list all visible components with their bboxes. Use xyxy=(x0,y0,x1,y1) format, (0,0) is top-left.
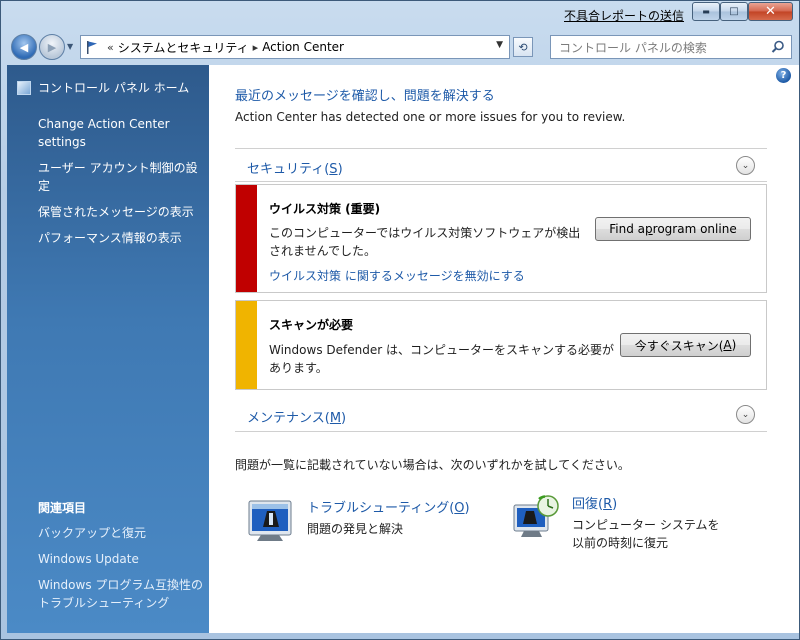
change-action-center-settings-link[interactable]: Change Action Center settings xyxy=(38,115,208,151)
troubleshooting-item: トラブルシューティング(O) 問題の発見と解決 xyxy=(247,497,470,543)
control-panel-home-link[interactable]: コントロール パネル ホーム xyxy=(17,79,189,96)
alert-text-line1: このコンピューターではウイルス対策ソフトウェアが検出 xyxy=(269,226,581,240)
virus-protection-alert: ウイルス対策 (重要) このコンピューターではウイルス対策ソフトウェアが検出 さ… xyxy=(235,184,767,293)
minimize-icon: ▬ xyxy=(702,7,710,16)
send-feedback-link[interactable]: 不具合レポートの送信 xyxy=(564,7,684,24)
recovery-description-line2: 以前の時刻に復元 xyxy=(572,536,669,550)
backup-restore-link[interactable]: バックアップと復元 xyxy=(38,524,208,542)
title-bar: 不具合レポートの送信 ▬ □ ✕ xyxy=(1,1,799,29)
close-icon: ✕ xyxy=(765,4,776,19)
refresh-icon: ⟲ xyxy=(518,40,528,54)
archived-messages-link[interactable]: 保管されたメッセージの表示 xyxy=(38,203,208,221)
alert-text-line1: Windows Defender は、コンピューターをスキャンする必要が xyxy=(269,343,614,357)
page-subtitle: Action Center has detected one or more i… xyxy=(235,110,626,124)
recovery-link[interactable]: 回復(R) xyxy=(572,493,719,512)
windows-update-link[interactable]: Windows Update xyxy=(38,550,208,568)
turn-off-virus-messages-link[interactable]: ウイルス対策 に関するメッセージを無効にする xyxy=(269,267,525,284)
maintenance-section-label: メンテナンス(M) xyxy=(247,411,347,426)
maintenance-section-header[interactable]: メンテナンス(M) ⌄ xyxy=(235,398,767,432)
refresh-button[interactable]: ⟲ xyxy=(513,37,533,57)
address-bar[interactable]: « システムとセキュリティ ▸ Action Center ▼ xyxy=(80,35,510,59)
task-pane: コントロール パネル ホーム Change Action Center sett… xyxy=(7,65,209,633)
alert-severity-stripe-red xyxy=(236,185,257,292)
try-suggestion-text: 問題が一覧に記載されていない場合は、次のいずれかを試してください。 xyxy=(235,458,630,472)
breadcrumb-prefix[interactable]: « xyxy=(107,41,114,54)
close-button[interactable]: ✕ xyxy=(748,2,793,21)
troubleshooting-link[interactable]: トラブルシューティング(O) xyxy=(307,497,470,516)
address-dropdown-icon[interactable]: ▼ xyxy=(496,40,503,50)
alert-severity-stripe-yellow xyxy=(236,301,257,389)
related-heading: 関連項目 xyxy=(38,501,87,515)
main-content: ? 最近のメッセージを確認し、問題を解決する Action Center has… xyxy=(209,65,799,633)
security-section-label: セキュリティ(S) xyxy=(247,162,343,177)
alert-text-line2: されませんでした。 xyxy=(269,244,377,258)
page-title: 最近のメッセージを確認し、問題を解決する xyxy=(235,89,495,104)
breadcrumb-system-security[interactable]: システムとセキュリティ xyxy=(118,39,249,56)
recovery-icon xyxy=(512,493,560,539)
recovery-description: コンピューター システムを 以前の時刻に復元 xyxy=(572,516,719,552)
control-panel-home-label: コントロール パネル ホーム xyxy=(38,81,190,95)
compatibility-troubleshooting-link[interactable]: Windows プログラム互換性のトラブルシューティング xyxy=(38,576,208,612)
action-center-flag-icon xyxy=(81,36,103,58)
scan-now-button[interactable]: 今すぐスキャン(A) xyxy=(620,333,751,357)
uac-settings-link[interactable]: ユーザー アカウント制御の設定 xyxy=(38,159,208,195)
search-icon[interactable] xyxy=(771,40,785,57)
control-panel-window: 不具合レポートの送信 ▬ □ ✕ ◀ ▶ ▼ « システムとセキュリティ ▸ A… xyxy=(0,0,800,640)
performance-info-link[interactable]: パフォーマンス情報の表示 xyxy=(38,229,208,247)
back-button[interactable]: ◀ xyxy=(11,34,37,60)
search-input[interactable]: コントロール パネルの検索 xyxy=(550,35,792,59)
navigation-bar: ◀ ▶ ▼ « システムとセキュリティ ▸ Action Center ▼ ⟲ … xyxy=(1,31,799,63)
forward-button[interactable]: ▶ xyxy=(39,34,65,60)
alert-title: スキャンが必要 xyxy=(269,318,354,332)
security-section-header[interactable]: セキュリティ(S) ⌄ xyxy=(235,148,767,182)
search-placeholder: コントロール パネルの検索 xyxy=(559,40,707,55)
forward-arrow-icon: ▶ xyxy=(47,40,57,54)
alert-text-line2: あります。 xyxy=(269,361,328,375)
maximize-icon: □ xyxy=(729,6,739,17)
breadcrumb-action-center[interactable]: Action Center xyxy=(262,40,344,54)
control-panel-icon xyxy=(17,80,31,95)
help-icon[interactable]: ? xyxy=(776,68,791,83)
recovery-description-line1: コンピューター システムを xyxy=(572,518,720,532)
maintenance-expand-chevron-icon[interactable]: ⌄ xyxy=(736,405,755,424)
troubleshooting-icon xyxy=(247,497,295,543)
caption-buttons: ▬ □ ✕ xyxy=(692,2,793,21)
find-program-online-button[interactable]: Find a p rogram online xyxy=(595,217,751,241)
recent-pages-dropdown[interactable]: ▼ xyxy=(67,42,73,51)
maximize-button[interactable]: □ xyxy=(720,2,748,21)
recovery-item: 回復(R) コンピューター システムを 以前の時刻に復元 xyxy=(512,493,719,552)
alert-title: ウイルス対策 (重要) xyxy=(269,202,381,216)
troubleshooting-description: 問題の発見と解決 xyxy=(307,522,404,536)
security-expand-chevron-icon[interactable]: ⌄ xyxy=(736,156,755,175)
breadcrumb-separator-icon[interactable]: ▸ xyxy=(253,41,259,54)
scan-needed-alert: スキャンが必要 Windows Defender は、コンピューターをスキャンす… xyxy=(235,300,767,390)
back-arrow-icon: ◀ xyxy=(19,40,29,54)
minimize-button[interactable]: ▬ xyxy=(692,2,720,21)
